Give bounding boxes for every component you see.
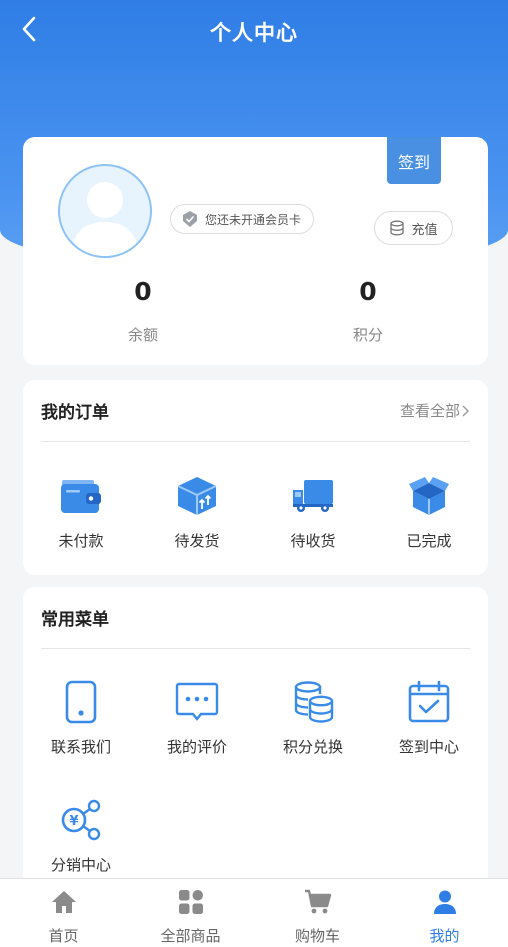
avatar[interactable]	[58, 164, 152, 258]
distribution-icon: ¥	[58, 797, 104, 843]
back-button[interactable]	[14, 14, 44, 44]
order-to-ship-label: 待发货	[174, 532, 220, 550]
menu-signin-center[interactable]: 签到中心	[371, 679, 487, 757]
bottom-tab-bar: 首页 全部商品 购物车 我的	[0, 878, 508, 947]
order-to-receive-label: 待收货	[290, 532, 336, 550]
menu-title: 常用菜单	[41, 610, 109, 630]
menu-points-exchange-label: 积分兑换	[282, 738, 343, 756]
balance-label: 余额	[127, 326, 158, 344]
order-unpaid-label: 未付款	[58, 532, 104, 550]
signin-button[interactable]: 签到	[387, 137, 441, 184]
calendar-check-icon	[406, 679, 452, 725]
tab-cart[interactable]: 购物车	[254, 879, 381, 947]
orders-card: 我的订单 查看全部 未付款 待发货 待收货 已完成	[23, 380, 488, 575]
points-value: 0	[359, 277, 377, 306]
truck-icon	[290, 473, 336, 519]
nav-bar: 个人中心	[0, 0, 508, 64]
points-label: 积分	[352, 326, 383, 344]
tab-cart-label: 购物车	[294, 927, 340, 945]
balance-stat[interactable]: 0 余额	[83, 277, 203, 345]
menu-my-reviews-label: 我的评价	[166, 738, 227, 756]
orders-header: 我的订单 查看全部	[41, 380, 470, 442]
order-completed-label: 已完成	[406, 532, 452, 550]
order-completed[interactable]: 已完成	[371, 473, 487, 551]
menu-card: 常用菜单 联系我们 我的评价 积分兑换 签到中心 ¥ 分销中心	[23, 587, 488, 887]
menu-distribution-center[interactable]: ¥ 分销中心	[23, 797, 139, 875]
menu-contact-us-label: 联系我们	[50, 738, 111, 756]
page-title: 个人中心	[210, 21, 298, 45]
view-all-orders-link[interactable]: 查看全部	[400, 400, 470, 421]
comment-icon	[174, 679, 220, 725]
profile-card: 您还未开通会员卡 签到 充值 0 余额 0 积分	[23, 137, 488, 365]
order-unpaid[interactable]: 未付款	[23, 473, 139, 551]
tab-all-products[interactable]: 全部商品	[127, 879, 254, 947]
order-to-receive[interactable]: 待收货	[255, 473, 371, 551]
coins-icon	[290, 679, 336, 725]
svg-text:¥: ¥	[69, 814, 78, 829]
recharge-button[interactable]: 充值	[374, 211, 453, 245]
grid-icon	[177, 888, 205, 916]
menu-distribution-center-label: 分销中心	[50, 856, 111, 874]
menu-signin-center-label: 签到中心	[398, 738, 459, 756]
menu-my-reviews[interactable]: 我的评价	[139, 679, 255, 757]
open-box-icon	[406, 473, 452, 519]
chevron-left-icon	[22, 16, 36, 42]
user-icon	[431, 888, 459, 916]
tab-mine-label: 我的	[429, 927, 460, 945]
member-status-text: 您还未开通会员卡	[205, 212, 302, 227]
badge-icon	[183, 211, 197, 227]
orders-title: 我的订单	[41, 403, 109, 423]
tab-all-products-label: 全部商品	[160, 927, 221, 945]
database-icon	[390, 220, 405, 236]
cart-icon	[304, 888, 332, 916]
phone-icon	[58, 679, 104, 725]
tab-home-label: 首页	[48, 927, 79, 945]
view-all-label: 查看全部	[399, 402, 460, 420]
order-to-ship[interactable]: 待发货	[139, 473, 255, 551]
menu-header: 常用菜单	[41, 587, 470, 649]
tab-mine[interactable]: 我的	[381, 879, 508, 947]
chevron-right-icon	[462, 405, 469, 416]
wallet-icon	[58, 473, 104, 519]
member-card-status[interactable]: 您还未开通会员卡	[170, 204, 315, 234]
default-avatar-icon	[72, 182, 138, 256]
menu-points-exchange[interactable]: 积分兑换	[255, 679, 371, 757]
recharge-label: 充值	[411, 222, 438, 238]
points-stat[interactable]: 0 积分	[308, 277, 428, 345]
balance-value: 0	[134, 277, 152, 306]
tab-home[interactable]: 首页	[0, 879, 127, 947]
menu-contact-us[interactable]: 联系我们	[23, 679, 139, 757]
package-icon	[174, 473, 220, 519]
home-icon	[50, 888, 78, 916]
